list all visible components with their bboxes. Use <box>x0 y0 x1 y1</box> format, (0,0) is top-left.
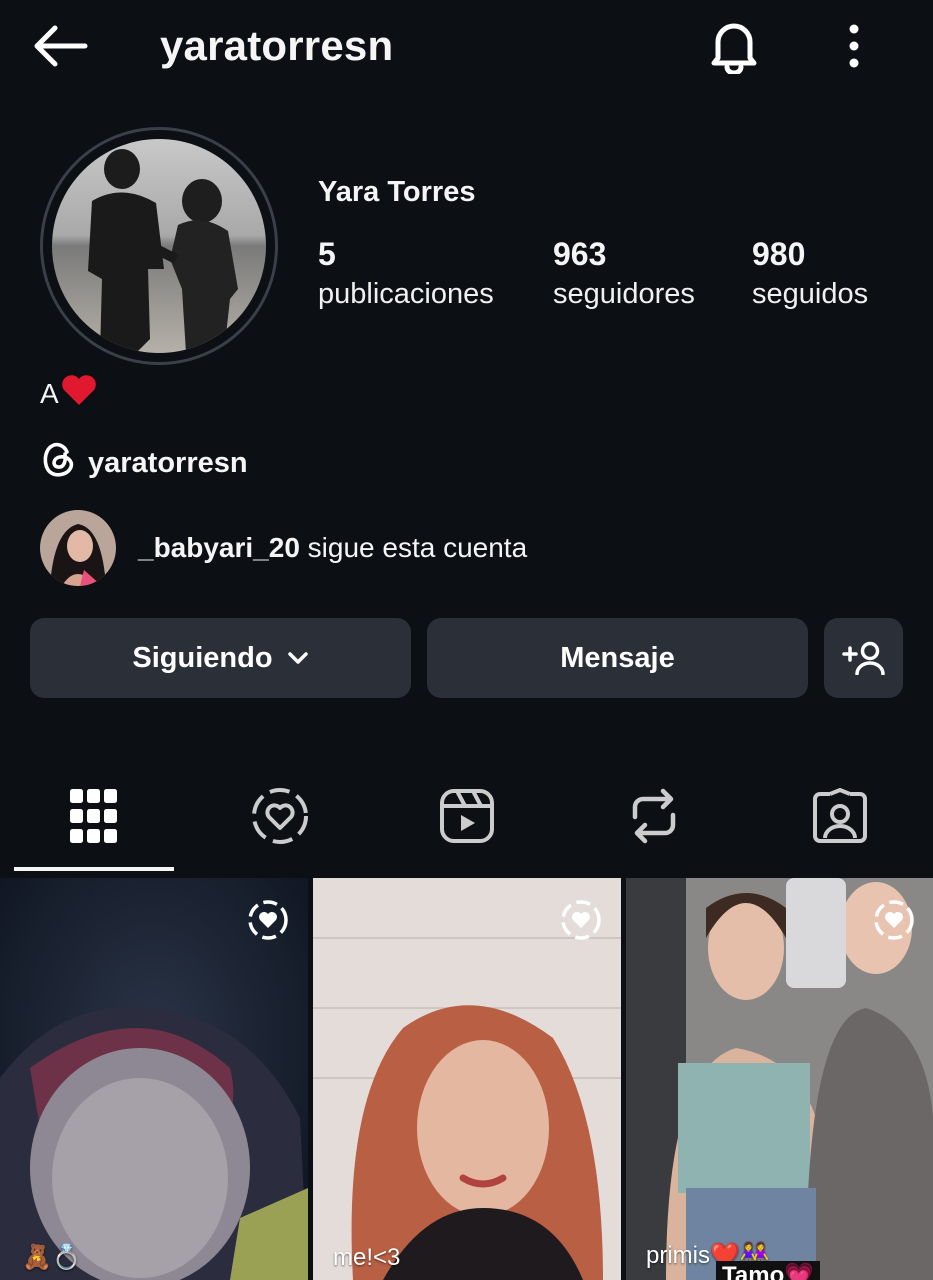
repost-icon <box>629 787 679 850</box>
profile-avatar-ring[interactable] <box>40 127 278 365</box>
post-tile[interactable]: 🧸💍 <box>0 878 308 1280</box>
posts-label: publicaciones <box>318 278 494 310</box>
grid-icon <box>70 787 118 850</box>
profile-avatar <box>52 139 266 353</box>
bell-icon <box>708 18 760 79</box>
tab-tagged[interactable] <box>760 780 920 856</box>
active-tab-indicator <box>14 867 174 871</box>
tab-reels[interactable] <box>387 780 547 856</box>
mutual-follower-avatar <box>40 510 116 586</box>
followers-count: 963 <box>553 236 607 272</box>
top-bar: yaratorresn <box>0 0 933 100</box>
following-count: 980 <box>752 236 806 272</box>
notifications-button[interactable] <box>704 18 764 78</box>
post-sub-caption: Tamo💗 <box>716 1261 821 1280</box>
mutual-follower-suffix: sigue esta cuenta <box>299 532 528 563</box>
collab-post-icon <box>872 898 916 942</box>
collab-post-icon <box>246 898 290 942</box>
post-tile[interactable]: primis❤️👭 Tamo💗 <box>626 878 933 1280</box>
post-tile[interactable]: me!<3 <box>313 878 621 1280</box>
arrow-left-icon <box>31 24 89 73</box>
heart-circle-icon <box>250 786 310 851</box>
threads-icon <box>40 440 76 486</box>
tab-reposts[interactable] <box>574 780 734 856</box>
profile-tabs <box>0 760 933 872</box>
profile-username-title: yaratorresn <box>160 22 394 69</box>
message-label-text: Mensaje <box>560 641 675 674</box>
post-caption: me!<3 <box>333 1244 401 1271</box>
reels-icon <box>439 788 495 849</box>
bio-text: A <box>40 377 59 409</box>
threads-link[interactable]: yaratorresn <box>40 440 248 486</box>
profile-display-name: Yara Torres <box>318 176 476 208</box>
more-options-button[interactable] <box>834 18 874 78</box>
posts-grid: 🧸💍 me!<3 primis❤️👭 Tamo💗 <box>0 878 933 1280</box>
following-count-stat[interactable]: 980 seguidos <box>752 234 868 314</box>
chevron-down-icon <box>287 651 309 665</box>
posts-count: 5 <box>318 236 336 272</box>
followers-count-stat[interactable]: 963 seguidores <box>553 234 695 314</box>
mutual-follower-text: _babyari_20 sigue esta cuenta <box>138 532 527 564</box>
mutual-follower-row[interactable]: _babyari_20 sigue esta cuenta <box>40 510 527 586</box>
back-button[interactable] <box>28 22 92 74</box>
threads-handle: yaratorresn <box>88 446 248 479</box>
tab-grid[interactable] <box>14 780 174 856</box>
followers-label: seguidores <box>553 278 695 310</box>
following-label: seguidos <box>752 278 869 310</box>
tagged-person-icon <box>812 787 868 849</box>
profile-bio: A <box>40 374 97 413</box>
message-button[interactable]: Mensaje <box>427 618 808 698</box>
more-vertical-icon <box>848 24 860 73</box>
posts-count-stat[interactable]: 5 publicaciones <box>318 234 494 314</box>
tab-collabs[interactable] <box>200 780 360 856</box>
following-label-text: Siguiendo <box>132 641 273 674</box>
suggest-people-button[interactable] <box>824 618 903 698</box>
heart-emoji-icon <box>61 374 97 413</box>
post-caption: 🧸💍 <box>22 1244 82 1271</box>
add-person-icon <box>841 641 886 675</box>
collab-post-icon <box>559 898 603 942</box>
mutual-follower-username: _babyari_20 <box>138 532 300 563</box>
following-button[interactable]: Siguiendo <box>30 618 411 698</box>
